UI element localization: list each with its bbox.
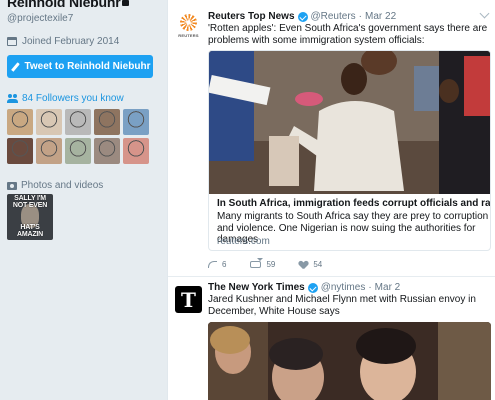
reuters-avatar-label: REUTERS bbox=[178, 33, 199, 38]
tweet-photo[interactable] bbox=[208, 322, 491, 400]
reuters-avatar[interactable]: REUTERS bbox=[175, 13, 202, 40]
retweet-button[interactable]: 59 bbox=[250, 258, 276, 269]
tweet-text: 'Rotten apples': Even South Africa's gov… bbox=[208, 23, 488, 46]
profile-name[interactable]: Reinhold Niebuhr bbox=[7, 0, 130, 10]
retweet-count: 59 bbox=[266, 260, 276, 269]
quill-icon bbox=[10, 62, 20, 72]
card-image bbox=[209, 51, 490, 194]
tweet-timestamp[interactable]: Mar 2 bbox=[375, 282, 401, 293]
follower-avatar[interactable] bbox=[94, 138, 120, 164]
reply-icon bbox=[208, 261, 217, 268]
verified-icon bbox=[307, 282, 318, 293]
timeline[interactable]: REUTERS Reuters Top News @Reuters · Mar … bbox=[167, 0, 495, 400]
card-photo bbox=[209, 51, 490, 194]
card-domain: reuters.com bbox=[217, 236, 270, 247]
tweet-nytimes[interactable]: T The New York Times @nytimes · Mar 2 Ja… bbox=[168, 277, 495, 400]
author-name[interactable]: Reuters Top News bbox=[208, 11, 295, 22]
follower-avatar[interactable] bbox=[123, 138, 149, 164]
tweet-photo-image bbox=[208, 322, 491, 400]
calendar-icon bbox=[7, 37, 17, 46]
author-name[interactable]: The New York Times bbox=[208, 282, 305, 293]
tweet-timestamp[interactable]: Mar 22 bbox=[365, 11, 396, 22]
reply-count: 6 bbox=[222, 260, 227, 269]
follower-avatar[interactable] bbox=[65, 109, 91, 135]
tweet-header: The New York Times @nytimes · Mar 2 bbox=[208, 282, 400, 293]
reuters-logo-icon bbox=[180, 14, 197, 31]
like-button[interactable]: 54 bbox=[299, 260, 322, 269]
reply-button[interactable]: 6 bbox=[208, 260, 226, 269]
follower-avatar[interactable] bbox=[36, 138, 62, 164]
users-icon bbox=[7, 94, 18, 103]
tweet-actions: 6 59 54 bbox=[208, 258, 346, 269]
profile-name-text[interactable]: Reinhold Niebuhr bbox=[7, 0, 121, 10]
joined-date: Joined February 2014 bbox=[7, 36, 119, 47]
nytimes-avatar[interactable]: T bbox=[175, 286, 202, 313]
follower-avatar[interactable] bbox=[7, 138, 33, 164]
follower-avatar-grid bbox=[7, 109, 149, 164]
tweet-text: Jared Kushner and Michael Flynn met with… bbox=[208, 294, 476, 317]
tweet-to-label: Tweet to Reinhold Niebuhr bbox=[24, 61, 151, 72]
follower-avatar[interactable] bbox=[65, 138, 91, 164]
card-title[interactable]: In South Africa, immigration feeds corru… bbox=[217, 198, 490, 209]
tweet-reuters[interactable]: REUTERS Reuters Top News @Reuters · Mar … bbox=[168, 0, 495, 277]
follower-avatar[interactable] bbox=[36, 109, 62, 135]
like-count: 54 bbox=[313, 260, 323, 269]
header-separator: · bbox=[368, 282, 372, 293]
follower-avatar[interactable] bbox=[123, 109, 149, 135]
link-card[interactable]: In South Africa, immigration feeds corru… bbox=[208, 50, 491, 251]
follower-avatar[interactable] bbox=[7, 109, 33, 135]
chevron-down-icon[interactable] bbox=[479, 8, 490, 19]
lock-icon bbox=[122, 0, 130, 7]
photos-videos-link[interactable]: Photos and videos bbox=[7, 180, 103, 191]
author-handle[interactable]: @Reuters bbox=[311, 11, 356, 22]
profile-handle[interactable]: @projectexile7 bbox=[7, 13, 73, 24]
tweet-to-button[interactable]: Tweet to Reinhold Niebuhr bbox=[7, 55, 153, 78]
retweet-icon bbox=[250, 258, 264, 268]
header-separator: · bbox=[358, 11, 363, 22]
media-thumb-bottom-text: HAT'S AMAZIN bbox=[16, 224, 44, 238]
media-thumb-top-text: SALLY I'M NOT EVEN bbox=[12, 195, 48, 209]
verified-icon bbox=[297, 11, 308, 22]
followers-label: 84 Followers you know bbox=[22, 93, 124, 104]
tweet-header: Reuters Top News @Reuters · Mar 22 bbox=[208, 11, 396, 22]
profile-sidebar: Reinhold Niebuhr @projectexile7 Joined F… bbox=[0, 0, 166, 400]
author-handle[interactable]: @nytimes bbox=[321, 282, 366, 293]
followers-you-know-link[interactable]: 84 Followers you know bbox=[7, 93, 124, 104]
media-thumbnail[interactable]: SALLY I'M NOT EVEN HAT'S AMAZIN bbox=[7, 194, 53, 240]
camera-icon bbox=[7, 181, 17, 190]
follower-avatar[interactable] bbox=[94, 109, 120, 135]
heart-icon bbox=[299, 261, 308, 269]
photos-label: Photos and videos bbox=[21, 180, 104, 191]
joined-text: Joined February 2014 bbox=[22, 36, 120, 47]
